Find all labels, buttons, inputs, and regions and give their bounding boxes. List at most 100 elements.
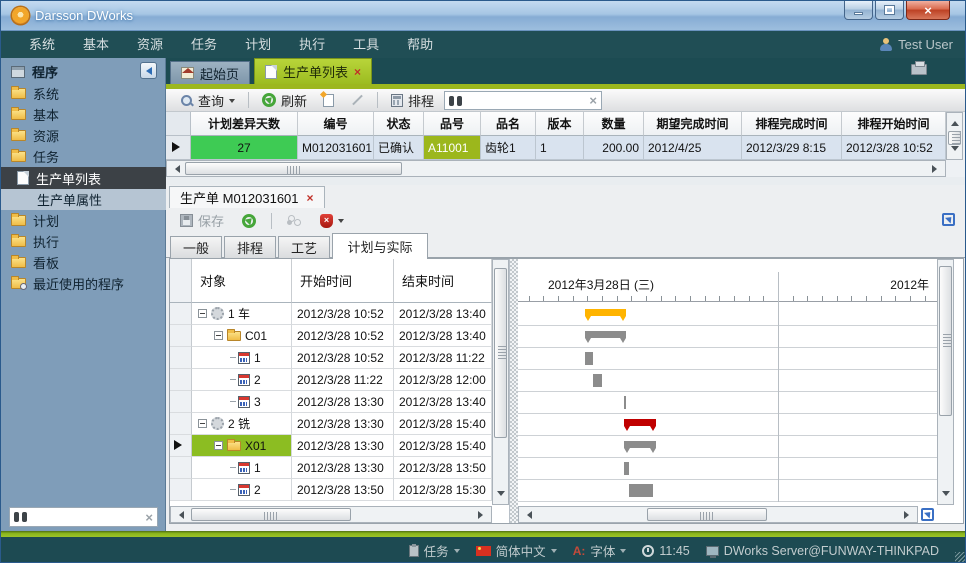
printer-icon[interactable] [911, 64, 927, 75]
grid-column-header-3[interactable]: 品号 [424, 112, 481, 136]
tree-row-gutter-1[interactable] [170, 325, 192, 347]
grid-column-header-5[interactable]: 版本 [536, 112, 584, 136]
menu-item-4[interactable]: 计划 [231, 31, 285, 58]
sidebar-item-9[interactable]: 最近使用的程序 [1, 273, 166, 294]
tree-row-0-start[interactable]: 2012/3/28 10:52 [292, 303, 394, 325]
grid-vscrollbar-down-arrow[interactable] [951, 146, 959, 155]
grid-cell-9[interactable]: 2012/3/28 10:52 [842, 136, 946, 160]
grid-vscrollbar[interactable] [946, 112, 963, 160]
status-language-menu[interactable]: 简体中文 [476, 541, 557, 560]
save-button[interactable]: 保存 [174, 210, 230, 231]
tree-row-gutter-3[interactable] [170, 369, 192, 391]
grid-cell-1[interactable]: M012031601 [298, 136, 374, 160]
structure-button[interactable] [281, 213, 308, 228]
grid-vscrollbar-thumb[interactable] [948, 131, 961, 145]
grid-column-header-7[interactable]: 期望完成时间 [644, 112, 742, 136]
sidebar-item-5[interactable]: 生产单属性 [1, 189, 166, 210]
sidebar-item-6[interactable]: 计划 [1, 210, 166, 231]
edit-button[interactable] [344, 92, 370, 108]
gantt-task-bar-8[interactable] [629, 484, 653, 497]
tree-row-5-end[interactable]: 2012/3/28 15:40 [394, 413, 492, 435]
expand-collapse-icon[interactable] [198, 419, 207, 428]
gantt-hscrollbar-right-arrow[interactable] [904, 511, 913, 519]
tree-row-8-end[interactable]: 2012/3/28 15:30 [394, 479, 492, 501]
menu-item-1[interactable]: 基本 [69, 31, 123, 58]
gantt-task-bar-2[interactable] [585, 352, 593, 365]
gantt-vscrollbar-down-arrow[interactable] [942, 491, 950, 500]
order-document-tab[interactable]: 生产单 M012031601 × [169, 186, 325, 208]
tree-column-header-0[interactable]: 对象 [192, 259, 292, 303]
tree-row-gutter-8[interactable] [170, 479, 192, 501]
gantt-task-bar-4[interactable] [624, 396, 626, 409]
grid-column-header-6[interactable]: 数量 [584, 112, 644, 136]
detail-tab-0[interactable]: 一般 [170, 236, 222, 258]
tree-vscrollbar-thumb[interactable] [494, 268, 507, 438]
tree-column-header-2[interactable]: 结束时间 [394, 259, 492, 303]
tree-row-gutter-0[interactable] [170, 303, 192, 325]
gantt-hscrollbar-thumb[interactable] [647, 508, 767, 521]
detail-tab-1[interactable]: 排程 [224, 236, 276, 258]
grid-hscrollbar-left-arrow[interactable] [171, 165, 180, 173]
sidebar-item-2[interactable]: 资源 [1, 125, 166, 146]
tree-row-8-object[interactable]: 2 [192, 479, 292, 501]
grid-cell-8[interactable]: 2012/3/29 8:15 [742, 136, 842, 160]
tree-row-1-end[interactable]: 2012/3/28 13:40 [394, 325, 492, 347]
tree-row-0-object[interactable]: 1 车 [192, 303, 292, 325]
tree-row-gutter-6[interactable] [170, 435, 192, 457]
sidebar-item-0[interactable]: 系统 [1, 83, 166, 104]
tree-row-7-start[interactable]: 2012/3/28 13:30 [292, 457, 394, 479]
tree-row-2-end[interactable]: 2012/3/28 11:22 [394, 347, 492, 369]
menu-item-0[interactable]: 系统 [15, 31, 69, 58]
grid-vscrollbar-up-arrow[interactable] [951, 117, 959, 126]
grid-column-header-2[interactable]: 状态 [374, 112, 424, 136]
grid-hscrollbar[interactable] [166, 160, 946, 177]
sidebar-collapse-button[interactable] [140, 62, 157, 79]
expand-collapse-icon[interactable] [214, 441, 223, 450]
validate-button[interactable]: × [314, 213, 350, 229]
tree-row-6-end[interactable]: 2012/3/28 15:40 [394, 435, 492, 457]
tree-row-4-start[interactable]: 2012/3/28 13:30 [292, 391, 394, 413]
query-button[interactable]: 查询 [174, 90, 241, 111]
grid-cell-6[interactable]: 200.00 [584, 136, 644, 160]
gantt-summary-bar-6[interactable] [624, 441, 656, 448]
refresh-button[interactable]: 刷新 [256, 90, 313, 111]
tree-hscrollbar[interactable] [170, 506, 492, 523]
tree-row-1-start[interactable]: 2012/3/28 10:52 [292, 325, 394, 347]
gantt-vscrollbar-thumb[interactable] [939, 266, 952, 416]
grid-column-header-9[interactable]: 排程开始时间 [842, 112, 946, 136]
gantt-hscrollbar[interactable] [518, 506, 918, 523]
tree-row-3-object[interactable]: 2 [192, 369, 292, 391]
tree-row-2-object[interactable]: 1 [192, 347, 292, 369]
maximize-button[interactable] [875, 1, 904, 20]
gantt-hscrollbar-left-arrow[interactable] [523, 511, 532, 519]
sidebar-item-8[interactable]: 看板 [1, 252, 166, 273]
menu-item-5[interactable]: 执行 [285, 31, 339, 58]
tree-row-gutter-2[interactable] [170, 347, 192, 369]
status-font-menu[interactable]: A: 字体 [573, 541, 627, 560]
tree-row-0-end[interactable]: 2012/3/28 13:40 [394, 303, 492, 325]
clear-search-icon[interactable]: × [145, 511, 153, 524]
sidebar-item-7[interactable]: 执行 [1, 231, 166, 252]
tree-row-4-end[interactable]: 2012/3/28 13:40 [394, 391, 492, 413]
tree-row-gutter-5[interactable] [170, 413, 192, 435]
gantt-summary-bar-1[interactable] [585, 331, 626, 338]
gantt-summary-bar-5[interactable] [624, 419, 656, 426]
new-button[interactable] [317, 93, 340, 108]
gantt-summary-bar-0[interactable] [585, 309, 626, 316]
tree-row-gutter-7[interactable] [170, 457, 192, 479]
gantt-task-bar-7[interactable] [624, 462, 629, 475]
tree-row-5-object[interactable]: 2 铣 [192, 413, 292, 435]
menu-item-3[interactable]: 任务 [177, 31, 231, 58]
expand-collapse-icon[interactable] [214, 331, 223, 340]
tree-row-2-start[interactable]: 2012/3/28 10:52 [292, 347, 394, 369]
menu-item-2[interactable]: 资源 [123, 31, 177, 58]
order-tab-close-icon[interactable]: × [307, 191, 314, 205]
grid-cell-3[interactable]: A11001 [424, 136, 481, 160]
user-menu[interactable]: Test User [880, 31, 953, 58]
grid-cell-4[interactable]: 齿轮1 [481, 136, 536, 160]
minimize-button[interactable] [844, 1, 873, 20]
tree-row-3-start[interactable]: 2012/3/28 11:22 [292, 369, 394, 391]
grid-cell-0[interactable]: 27 [191, 136, 298, 160]
grid-column-header-4[interactable]: 品名 [481, 112, 536, 136]
grid-hscrollbar-right-arrow[interactable] [932, 165, 941, 173]
